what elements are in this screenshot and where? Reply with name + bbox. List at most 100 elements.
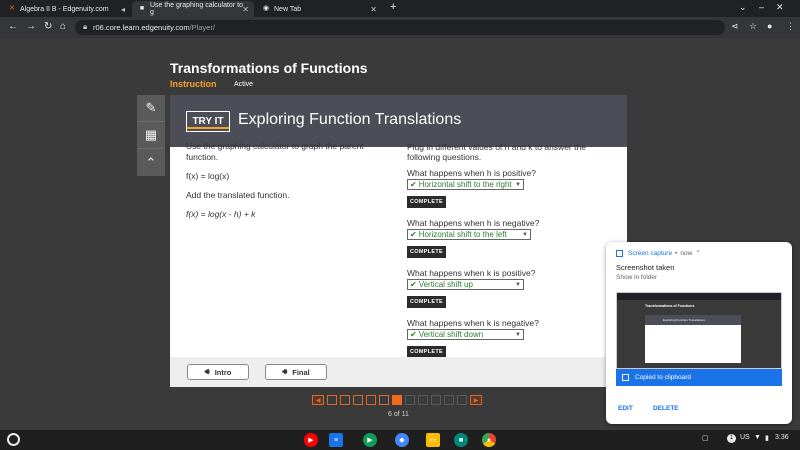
parent-function: f(x) = log(x) — [186, 171, 230, 181]
thumbnail-course-title: Transformations of Functions — [645, 304, 695, 308]
bookmark-icon[interactable]: ☆ — [749, 21, 757, 32]
notification-header: Screen capture • now ⌃ — [616, 249, 701, 257]
chevron-down-icon: ▼ — [515, 332, 521, 338]
page-box[interactable] — [366, 395, 376, 405]
next-arrow-icon[interactable]: ▶ — [470, 395, 482, 405]
tab-new[interactable]: ◉ New Tab ✕ — [256, 1, 382, 17]
page-box[interactable] — [431, 395, 441, 405]
answer-value: Vertical shift down — [418, 329, 484, 339]
lock-icon: 🔒︎ — [83, 22, 88, 31]
check-icon: ✔ — [410, 329, 417, 339]
final-label: Final — [292, 367, 310, 377]
screenshot-thumbnail[interactable]: Transformations of Functions Exploring F… — [616, 292, 782, 369]
previous-arrow-icon[interactable]: ◀ — [312, 395, 324, 405]
page-box[interactable] — [379, 395, 389, 405]
chrome-icon: ◉ — [262, 5, 270, 12]
chevron-down-icon: ▼ — [515, 282, 521, 288]
new-tab-button[interactable]: + — [390, 1, 396, 13]
answer-dropdown[interactable]: ✔ Vertical shift down ▼ — [407, 329, 524, 340]
address-bar[interactable]: 🔒︎ r06.core.learn.edgenuity.com/Player/ — [75, 20, 725, 35]
profile-icon[interactable]: ● — [767, 21, 772, 31]
brainly-icon: ■ — [139, 5, 145, 12]
intro-button[interactable]: 🔊︎ Intro — [187, 364, 249, 380]
tab-strip: ✕ Algebra II B - Edgenuity.com ◂ ■ Use t… — [0, 0, 800, 17]
thumbnail-card: Exploring Function Translations — [645, 315, 741, 363]
close-icon[interactable]: ✕ — [370, 5, 377, 14]
meet-icon[interactable]: ■ — [454, 433, 468, 447]
reload-icon[interactable]: ↻ — [44, 21, 52, 32]
close-icon[interactable]: ✕ — [242, 5, 249, 14]
screenshot-tray-icon[interactable]: ▢ — [702, 434, 709, 442]
home-icon[interactable]: ⌂ — [60, 21, 66, 32]
expand-icon[interactable]: ⌄ — [739, 2, 747, 13]
activity-card: TRY IT Exploring Function Translations U… — [170, 95, 627, 357]
wifi-icon[interactable]: ▼ — [754, 434, 761, 441]
locale-label[interactable]: US — [740, 434, 750, 441]
battery-icon[interactable]: ▮ — [765, 434, 769, 442]
tab-edgenuity[interactable]: ✕ Algebra II B - Edgenuity.com ◂ — [2, 1, 130, 17]
delete-button[interactable]: DELETE — [653, 405, 679, 412]
youtube-icon[interactable]: ▶ — [304, 433, 318, 447]
slides-icon[interactable]: ▭ — [426, 433, 440, 447]
complete-badge: COMPLETE — [407, 196, 446, 208]
complete-badge: COMPLETE — [407, 296, 446, 308]
screenshot-notification: Screen capture • now ⌃ Screenshot taken … — [606, 242, 792, 424]
page-box[interactable] — [340, 395, 350, 405]
instruction-text: Use the graphing calculator to graph the… — [186, 141, 364, 162]
menu-icon[interactable]: ⋮ — [786, 21, 795, 32]
notification-app: Screen capture — [628, 249, 673, 257]
page-box[interactable] — [444, 395, 454, 405]
page-box[interactable] — [327, 395, 337, 405]
os-shelf: ▶ ≡ ▶ ◆ ▭ ■ ● ▢ 1 US ▼ ▮ 3:36 — [0, 430, 800, 450]
answer-value: Horizontal shift to the left — [418, 229, 507, 239]
notification-count[interactable]: 1 — [727, 434, 736, 443]
notification-time: now — [680, 249, 693, 257]
edit-button[interactable]: EDIT — [618, 405, 633, 412]
browser-toolbar: ← → ↻ ⌂ 🔒︎ r06.core.learn.edgenuity.com/… — [0, 17, 800, 38]
screen-capture-icon — [616, 249, 623, 257]
answer-dropdown[interactable]: ✔ Vertical shift up ▼ — [407, 279, 524, 290]
answer-dropdown[interactable]: ✔ Horizontal shift to the left ▼ — [407, 229, 531, 240]
launcher-icon[interactable] — [7, 433, 20, 446]
notification-title: Screenshot taken — [616, 263, 675, 272]
files-icon[interactable]: ◆ — [395, 433, 409, 447]
translated-function: f(x) = log(x - h) + k — [186, 209, 256, 219]
chrome-icon[interactable]: ● — [482, 433, 496, 447]
copied-banner: Copied to clipboard — [616, 369, 782, 386]
calculator-icon[interactable]: ▦ — [137, 122, 165, 149]
tab-title: New Tab — [274, 5, 302, 13]
show-in-folder-link[interactable]: Show in folder — [616, 274, 657, 281]
thumbnail-browser-bar — [617, 293, 781, 300]
final-button[interactable]: 🔊︎ Final — [265, 364, 327, 380]
answer-value: Horizontal shift to the right — [418, 179, 512, 189]
docs-icon[interactable]: ≡ — [329, 433, 343, 447]
check-icon: ✔ — [410, 279, 417, 289]
check-icon: ✔ — [410, 179, 417, 189]
tab-title: Algebra II B - Edgenuity.com — [20, 5, 109, 13]
page-box[interactable] — [418, 395, 428, 405]
pencil-icon[interactable]: ✎ — [137, 95, 165, 122]
page-box-current[interactable] — [392, 395, 402, 405]
play-store-icon[interactable]: ▶ — [363, 433, 377, 447]
close-window-icon[interactable]: ✕ — [776, 2, 784, 13]
tab-question[interactable]: ■ Use the graphing calculator to g ✕ — [132, 1, 254, 17]
chevron-up-icon[interactable]: ⌃ — [695, 249, 700, 257]
forward-icon[interactable]: → — [26, 21, 36, 32]
instructions-column: Use the graphing calculator to graph the… — [186, 141, 386, 228]
page-box[interactable] — [457, 395, 467, 405]
page-box[interactable] — [405, 395, 415, 405]
question-prompt: What happens when k is positive? — [407, 268, 536, 278]
card-footer: 🔊︎ Intro 🔊︎ Final — [170, 357, 627, 387]
share-icon[interactable]: ⋖ — [731, 21, 739, 32]
question-prompt: What happens when h is negative? — [407, 218, 540, 228]
clock[interactable]: 3:36 — [775, 434, 789, 441]
minimize-icon[interactable]: – — [759, 2, 764, 12]
graph-icon[interactable]: ⌃ — [137, 149, 165, 176]
chevron-down-icon: ▼ — [522, 232, 528, 238]
page-box[interactable] — [353, 395, 363, 405]
back-icon[interactable]: ← — [8, 21, 18, 32]
clipboard-icon — [622, 374, 629, 381]
chevron-down-icon: ▼ — [515, 182, 521, 188]
answer-dropdown[interactable]: ✔ Horizontal shift to the right ▼ — [407, 179, 524, 190]
course-title: Transformations of Functions — [170, 60, 368, 76]
